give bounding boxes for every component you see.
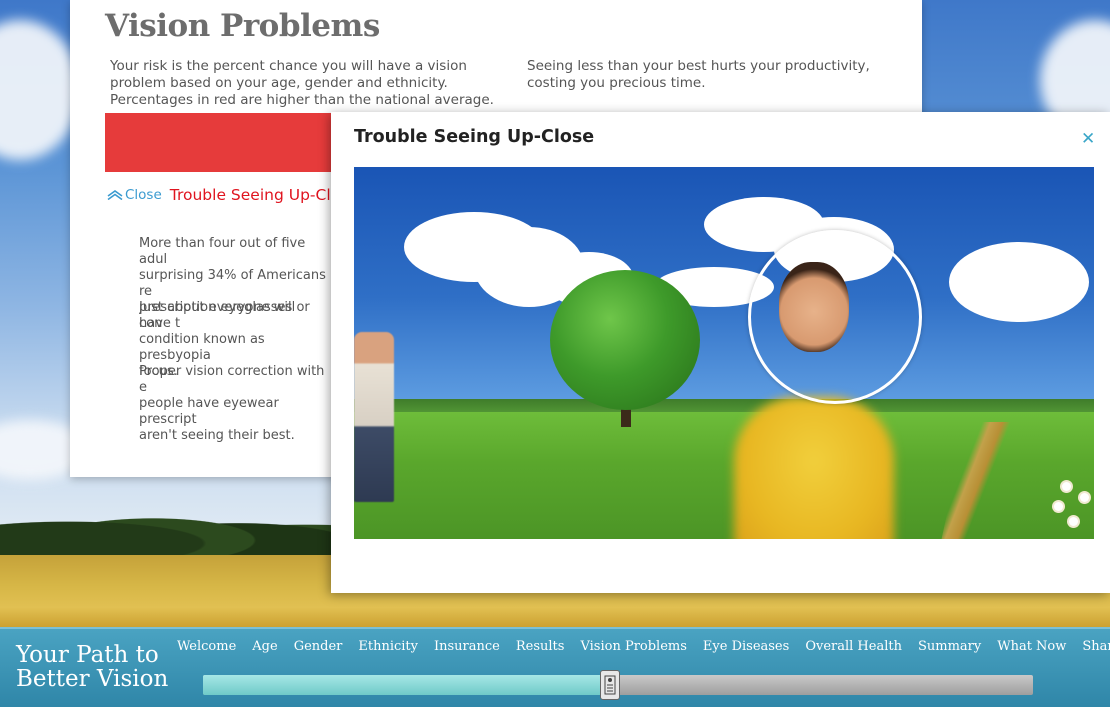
close-icon[interactable]: ✕: [1081, 129, 1095, 149]
woman-figure-blurred: [734, 397, 894, 539]
illustration-modal: Trouble Seeing Up-Close ✕: [331, 112, 1110, 593]
nav-item-eye-diseases[interactable]: Eye Diseases: [703, 639, 789, 654]
page-title: Vision Problems: [105, 8, 380, 44]
progress-handle[interactable]: [599, 670, 620, 700]
man-figure: [354, 332, 394, 502]
nav-item-what-now[interactable]: What Now: [997, 639, 1066, 654]
background-treeline: [0, 500, 340, 562]
progress-navbar: Your Path to Better Vision Welcome Age G…: [0, 627, 1110, 707]
modal-title: Trouble Seeing Up-Close: [354, 127, 595, 147]
brand-line-2: Better Vision: [16, 666, 169, 692]
progress-fill: [203, 675, 610, 695]
double-chevron-up-icon: [107, 190, 123, 200]
close-label: Close: [125, 187, 162, 203]
grip-icon: [604, 675, 616, 695]
nav-item-overall-health[interactable]: Overall Health: [805, 639, 902, 654]
nav-item-share[interactable]: Share: [1082, 639, 1110, 654]
brand-logo[interactable]: Your Path to Better Vision: [16, 643, 176, 691]
nav-item-results[interactable]: Results: [516, 639, 565, 654]
step-nav: Welcome Age Gender Ethnicity Insurance R…: [177, 639, 1110, 654]
flower: [1062, 482, 1071, 491]
nav-item-ethnicity[interactable]: Ethnicity: [358, 639, 418, 654]
intro-risk-text: Your risk is the percent chance you will…: [110, 58, 494, 108]
body-paragraph: Proper vision correction with e people h…: [139, 364, 325, 443]
intro-productivity-text: Seeing less than your best hurts your pr…: [527, 58, 870, 91]
brand-line-1: Your Path to: [16, 642, 159, 668]
flower: [1069, 517, 1078, 526]
progress-track[interactable]: [203, 670, 1033, 700]
section-header: Close Trouble Seeing Up-Close: [107, 186, 358, 204]
flower: [1054, 502, 1063, 511]
tree-crown: [550, 270, 700, 410]
collapse-section-button[interactable]: Close: [107, 187, 162, 203]
nav-item-insurance[interactable]: Insurance: [434, 639, 500, 654]
nav-item-age[interactable]: Age: [252, 639, 277, 654]
risk-result-bar: [105, 113, 335, 172]
nav-item-summary[interactable]: Summary: [918, 639, 981, 654]
cloud-shape: [949, 242, 1089, 322]
nav-item-vision-problems[interactable]: Vision Problems: [580, 639, 686, 654]
nav-item-gender[interactable]: Gender: [294, 639, 343, 654]
flower: [1080, 493, 1089, 502]
section-title: Trouble Seeing Up-Close: [169, 186, 358, 204]
near-vision-illustration: [354, 167, 1094, 539]
magnifier-circle: [748, 230, 922, 404]
nav-item-welcome[interactable]: Welcome: [177, 639, 236, 654]
